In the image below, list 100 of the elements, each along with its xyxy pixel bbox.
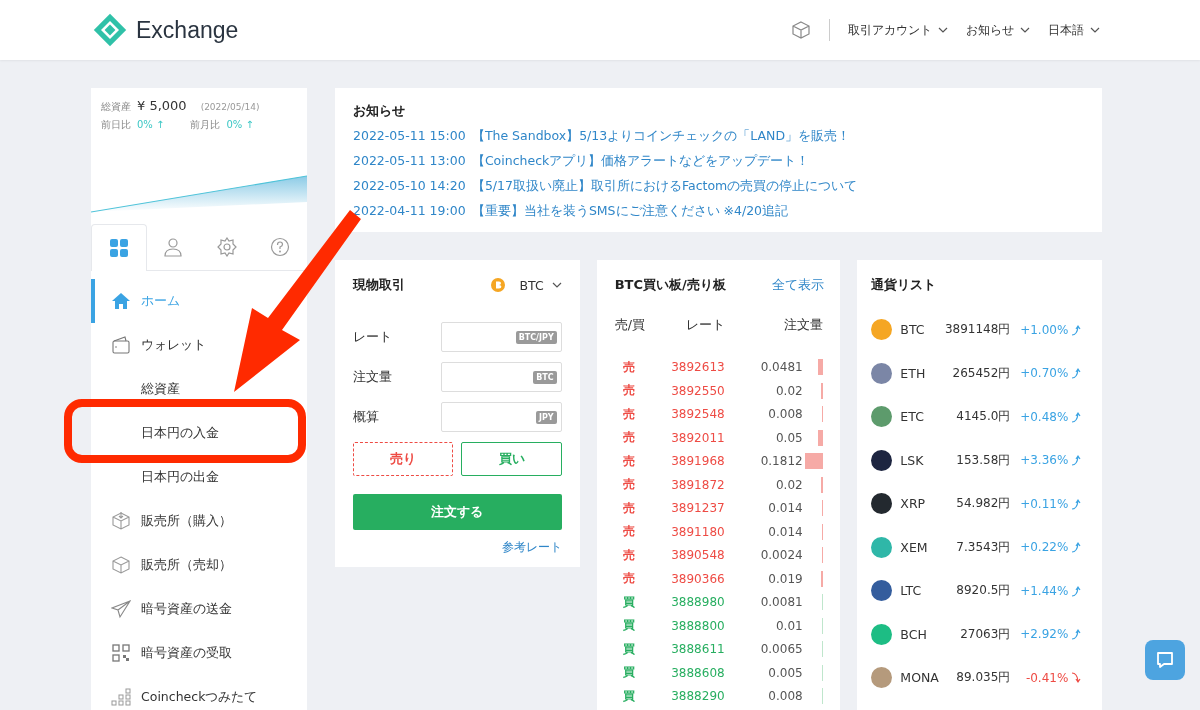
side-cell-text: 売 <box>621 452 636 470</box>
rate-cell-text: 3892011 <box>670 430 725 445</box>
notice-link[interactable]: 2022-05-11 13:00 【Coincheckアプリ】価格アラートなどをアップデート！ <box>353 153 1084 170</box>
coin-price: 4145.0円 <box>955 408 1011 426</box>
sidebar-item[interactable]: 総資産 <box>91 367 307 411</box>
side-cell-text: 買 <box>621 617 636 635</box>
coin-symbol: ETC <box>900 409 925 425</box>
side-cell-text: 売 <box>621 358 636 376</box>
sidebar-item[interactable]: 暗号資産の受取 <box>91 631 307 675</box>
amount-cell-text: 0.05 <box>774 430 803 445</box>
rate-cell-text: 3891237 <box>670 501 725 516</box>
price-change: -0.41% <box>1024 670 1069 685</box>
coin-price: 8920.5円 <box>955 582 1011 600</box>
coin-price: 54.982円 <box>955 495 1011 513</box>
notice-link[interactable]: 2022-05-11 15:00 【The Sandbox】5/13よりコインチェックの「LAND」を販売！ <box>353 128 1084 145</box>
amount-cell-text: 0.02 <box>774 477 803 492</box>
section-title: BTC買い板/売り板 <box>614 276 726 294</box>
amount-cell-text: 0.005 <box>767 665 803 680</box>
section-title: 通貨リスト <box>871 276 938 294</box>
rate-cell-text: 3888980 <box>670 595 725 610</box>
notice-link[interactable]: 2022-05-10 14:20 【5/17取扱い廃止】取引所におけるFactomの売買の停止について <box>353 178 1084 195</box>
unit-tag: BTC/JPY <box>515 330 557 344</box>
coin-price: 27063円 <box>959 625 1011 643</box>
sidebar-item[interactable]: 販売所（売却） <box>91 543 307 587</box>
rate-cell-text: 3891180 <box>670 524 725 539</box>
coin-price: 89.035円 <box>955 669 1011 687</box>
currency-dropdown[interactable]: BTC <box>519 277 544 293</box>
notice-link[interactable]: 2022-04-11 19:00 【重要】当社を装うSMSにご注意ください ※4/20追記 <box>353 203 1084 220</box>
amount-cell-text: 0.019 <box>767 571 803 586</box>
side-cell-text: 買 <box>621 593 636 611</box>
header-menu[interactable]: 取引アカウント <box>848 21 932 39</box>
coin-price: 3891148円 <box>943 321 1011 339</box>
coin-symbol: LSK <box>900 452 925 468</box>
rate-cell-text: 3888611 <box>670 642 725 657</box>
column-header: 注文量 <box>782 317 823 335</box>
coin-price: 153.58円 <box>955 451 1011 469</box>
show-all-link[interactable]: 全て表示 <box>772 276 825 294</box>
rate-cell-text: 3892548 <box>670 407 725 422</box>
reference-rate-link[interactable]: 参考レート <box>501 540 562 554</box>
field-label: 概算 <box>353 408 379 426</box>
side-cell-text: 売 <box>621 382 636 400</box>
rate-cell-text: 3892613 <box>670 360 725 375</box>
header-menu[interactable]: お知らせ <box>966 21 1014 39</box>
rate-cell-text: 3890366 <box>670 571 725 586</box>
coin-symbol: XEM <box>900 539 929 555</box>
amount-cell-text: 0.0024 <box>759 548 803 563</box>
logo-text: Exchange <box>136 16 239 44</box>
order-side-button[interactable]: 売り <box>353 442 454 476</box>
coin-symbol: LTC <box>900 583 923 599</box>
rate-cell-text: 3891872 <box>670 477 725 492</box>
change-label: 前日比 <box>101 118 131 132</box>
price-change: +1.00% <box>1019 322 1069 337</box>
side-cell-text: 買 <box>621 687 636 705</box>
amount-cell-text: 0.0081 <box>759 595 803 610</box>
coin-symbol: BCH <box>900 626 928 642</box>
amount-cell-text: 0.01 <box>774 618 803 633</box>
side-cell-text: 売 <box>621 570 636 588</box>
unit-tag: JPY <box>536 410 557 424</box>
amount-cell-text: 0.1812 <box>759 454 803 469</box>
unit-tag: BTC <box>533 370 557 384</box>
coin-symbol: BTC <box>900 322 926 338</box>
field-label: レート <box>353 328 392 346</box>
price-change: +3.36% <box>1019 453 1069 468</box>
side-cell-text: 買 <box>621 664 636 682</box>
column-header: レート <box>684 317 725 335</box>
amount-cell-text: 0.02 <box>774 383 803 398</box>
column-header: 売/買 <box>614 317 646 335</box>
side-cell-text: 売 <box>621 546 636 564</box>
price-change: +0.48% <box>1019 409 1069 424</box>
coin-symbol: ETH <box>900 365 927 381</box>
rate-cell-text: 3888290 <box>670 689 725 704</box>
header-menu[interactable]: 日本語 <box>1048 21 1084 39</box>
sidebar-item[interactable]: Coincheckつみたて <box>91 675 307 710</box>
side-cell-text: 買 <box>621 640 636 658</box>
sidebar-item[interactable]: ウォレット <box>91 323 307 367</box>
price-change: +0.22% <box>1019 540 1069 555</box>
section-title: 現物取引 <box>353 276 405 294</box>
side-cell-text: 売 <box>621 499 636 517</box>
coin-price: 7.3543円 <box>955 538 1011 556</box>
total-amount: ¥ 5,000 <box>137 98 187 113</box>
amount-cell-text: 0.014 <box>767 524 803 539</box>
side-cell-text: 売 <box>621 476 636 494</box>
rate-cell-text: 3888608 <box>670 665 725 680</box>
section-title: お知らせ <box>353 102 406 120</box>
sidebar-item[interactable]: 日本円の出金 <box>91 455 307 499</box>
summary-date: (2022/05/14) <box>200 102 260 112</box>
amount-cell-text: 0.014 <box>767 501 803 516</box>
sidebar-item[interactable]: 日本円の入金 <box>91 411 307 455</box>
coin-price: 265452円 <box>951 364 1011 382</box>
sidebar-item[interactable]: 暗号資産の送金 <box>91 587 307 631</box>
amount-cell-text: 0.0481 <box>759 360 803 375</box>
rate-cell-text: 3888800 <box>670 618 725 633</box>
sidebar-item[interactable]: 販売所（購入） <box>91 499 307 543</box>
amount-cell-text: 0.008 <box>767 689 803 704</box>
amount-cell-text: 0.0065 <box>759 642 803 657</box>
price-change: +1.44% <box>1019 583 1069 598</box>
price-change: +0.11% <box>1019 496 1069 511</box>
rate-cell-text: 3890548 <box>670 548 725 563</box>
rate-cell-text: 3891968 <box>670 454 725 469</box>
change-value: 0% ↑ <box>226 119 254 130</box>
